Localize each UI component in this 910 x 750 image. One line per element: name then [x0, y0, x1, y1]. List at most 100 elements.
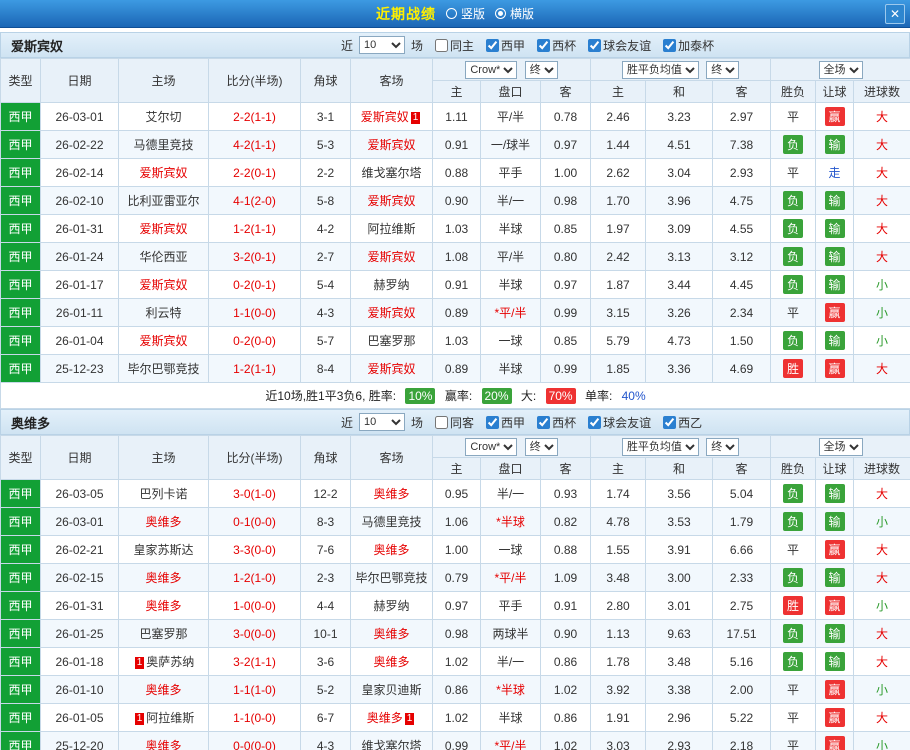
layout-vertical-option[interactable]: 竖版: [445, 5, 485, 22]
close-button[interactable]: ✕: [885, 4, 905, 24]
home-team-cell[interactable]: 华伦西亚: [118, 242, 209, 271]
score-cell[interactable]: 1-1(1-0): [208, 675, 301, 704]
same-home-checkbox[interactable]: [435, 38, 449, 52]
home-team-cell[interactable]: 奥维多: [118, 563, 209, 592]
home-team-cell[interactable]: 奥维多: [118, 507, 209, 536]
home-team-cell[interactable]: 奥维多: [118, 591, 209, 620]
away-team-cell[interactable]: 马德里竞技: [350, 507, 433, 536]
laliga-checkbox[interactable]: [486, 415, 500, 429]
home-team-cell[interactable]: 奥维多: [118, 675, 209, 704]
home-team-cell[interactable]: 利云特: [118, 298, 209, 327]
home-team-cell[interactable]: 毕尔巴鄂竞技: [118, 354, 209, 383]
let-badge: 输: [824, 568, 845, 587]
away-team-cell[interactable]: 奥维多: [350, 619, 433, 648]
score-cell[interactable]: 1-2(1-0): [208, 563, 301, 592]
avg-odds-select[interactable]: 胜平负均值: [621, 437, 699, 456]
filter-copa[interactable]: 西杯: [537, 414, 576, 431]
copa-checkbox[interactable]: [537, 415, 551, 429]
avg-odds-select[interactable]: 胜平负均值: [621, 60, 699, 79]
vertical-radio-icon[interactable]: [445, 8, 457, 19]
score-cell[interactable]: 0-0(0-0): [208, 731, 301, 750]
home-team-cell[interactable]: 爱斯宾奴: [118, 158, 209, 187]
home-team-cell[interactable]: 艾尔切: [118, 102, 209, 131]
away-team-cell[interactable]: 爱斯宾奴: [350, 354, 433, 383]
away-team-cell[interactable]: 奥维多 1: [350, 703, 433, 732]
filter-segunda[interactable]: 西乙: [663, 414, 702, 431]
match-count-select[interactable]: 10: [359, 413, 406, 431]
odds-source-select[interactable]: Crow*: [465, 437, 518, 456]
home-team-cell[interactable]: 巴列卡诺: [118, 479, 209, 508]
away-team-cell[interactable]: 爱斯宾奴 1: [350, 102, 433, 131]
away-team-cell[interactable]: 爱斯宾奴: [350, 242, 433, 271]
laliga-checkbox[interactable]: [486, 38, 500, 52]
home-team-cell[interactable]: 1 奥萨苏纳: [118, 647, 209, 676]
score-cell[interactable]: 3-2(1-1): [208, 647, 301, 676]
away-team-cell[interactable]: 赫罗纳: [350, 270, 433, 299]
score-cell[interactable]: 0-2(0-0): [208, 326, 301, 355]
odds-final-select[interactable]: 终: [524, 437, 558, 456]
score-cell[interactable]: 4-2(1-1): [208, 130, 301, 159]
away-team-cell[interactable]: 毕尔巴鄂竞技: [350, 563, 433, 592]
odds-source-select[interactable]: Crow*: [465, 60, 518, 79]
filter-friendly[interactable]: 球会友谊: [588, 414, 651, 431]
score-cell[interactable]: 3-2(0-1): [208, 242, 301, 271]
same-away-checkbox[interactable]: [435, 415, 449, 429]
home-team-cell[interactable]: 1 阿拉维斯: [118, 703, 209, 732]
score-cell[interactable]: 1-1(0-0): [208, 703, 301, 732]
home-team-cell[interactable]: 爱斯宾奴: [118, 270, 209, 299]
score-cell[interactable]: 0-2(0-1): [208, 270, 301, 299]
away-team-cell[interactable]: 赫罗纳: [350, 591, 433, 620]
fullmatch-select[interactable]: 全场: [818, 437, 863, 456]
score-cell[interactable]: 2-2(1-1): [208, 102, 301, 131]
away-team-cell[interactable]: 爱斯宾奴: [350, 186, 433, 215]
catalunya-checkbox[interactable]: [663, 38, 677, 52]
fullmatch-select[interactable]: 全场: [818, 60, 863, 79]
handicap-result-cell: 赢: [815, 535, 855, 564]
score-cell[interactable]: 1-2(1-1): [208, 214, 301, 243]
score-cell[interactable]: 1-0(0-0): [208, 591, 301, 620]
home-team-cell[interactable]: 皇家苏斯达: [118, 535, 209, 564]
home-team-cell[interactable]: 马德里竞技: [118, 130, 209, 159]
filter-laliga[interactable]: 西甲: [486, 37, 525, 54]
away-team-cell[interactable]: 奥维多: [350, 535, 433, 564]
filter-copa[interactable]: 西杯: [537, 37, 576, 54]
copa-checkbox[interactable]: [537, 38, 551, 52]
score-cell[interactable]: 1-1(0-0): [208, 298, 301, 327]
friendly-checkbox[interactable]: [588, 415, 602, 429]
score-cell[interactable]: 2-2(0-1): [208, 158, 301, 187]
match-count-select[interactable]: 10: [359, 36, 406, 54]
home-team-cell[interactable]: 爱斯宾奴: [118, 326, 209, 355]
handicap-result-cell: 输: [815, 186, 855, 215]
away-team-cell[interactable]: 爱斯宾奴: [350, 130, 433, 159]
home-team-cell[interactable]: 巴塞罗那: [118, 619, 209, 648]
score-cell[interactable]: 1-2(1-1): [208, 354, 301, 383]
away-team-cell[interactable]: 维戈塞尔塔: [350, 731, 433, 750]
away-team-cell[interactable]: 阿拉维斯: [350, 214, 433, 243]
score-cell[interactable]: 4-1(2-0): [208, 186, 301, 215]
filter-catalunya[interactable]: 加泰杯: [663, 37, 714, 54]
away-team-cell[interactable]: 奥维多: [350, 647, 433, 676]
odds-final-select[interactable]: 终: [524, 60, 558, 79]
away-team-cell[interactable]: 维戈塞尔塔: [350, 158, 433, 187]
home-team-cell[interactable]: 爱斯宾奴: [118, 214, 209, 243]
avg-final-select[interactable]: 终: [706, 60, 740, 79]
friendly-checkbox[interactable]: [588, 38, 602, 52]
away-team-cell[interactable]: 奥维多: [350, 479, 433, 508]
score-cell[interactable]: 3-3(0-0): [208, 535, 301, 564]
layout-horizontal-option[interactable]: 横版: [495, 5, 534, 22]
away-team-cell[interactable]: 巴塞罗那: [350, 326, 433, 355]
away-team-cell[interactable]: 爱斯宾奴: [350, 298, 433, 327]
home-team-cell[interactable]: 奥维多: [118, 731, 209, 750]
score-cell[interactable]: 0-1(0-0): [208, 507, 301, 536]
horizontal-radio-icon[interactable]: [495, 8, 506, 19]
home-team-cell[interactable]: 比利亚雷亚尔: [118, 186, 209, 215]
avg-final-select[interactable]: 终: [706, 437, 740, 456]
segunda-checkbox[interactable]: [663, 415, 677, 429]
filter-friendly[interactable]: 球会友谊: [588, 37, 651, 54]
filter-same-away[interactable]: 同客: [435, 414, 474, 431]
away-team-cell[interactable]: 皇家贝迪斯: [350, 675, 433, 704]
score-cell[interactable]: 3-0(0-0): [208, 619, 301, 648]
filter-laliga[interactable]: 西甲: [486, 414, 525, 431]
score-cell[interactable]: 3-0(1-0): [208, 479, 301, 508]
filter-same-home[interactable]: 同主: [435, 37, 474, 54]
